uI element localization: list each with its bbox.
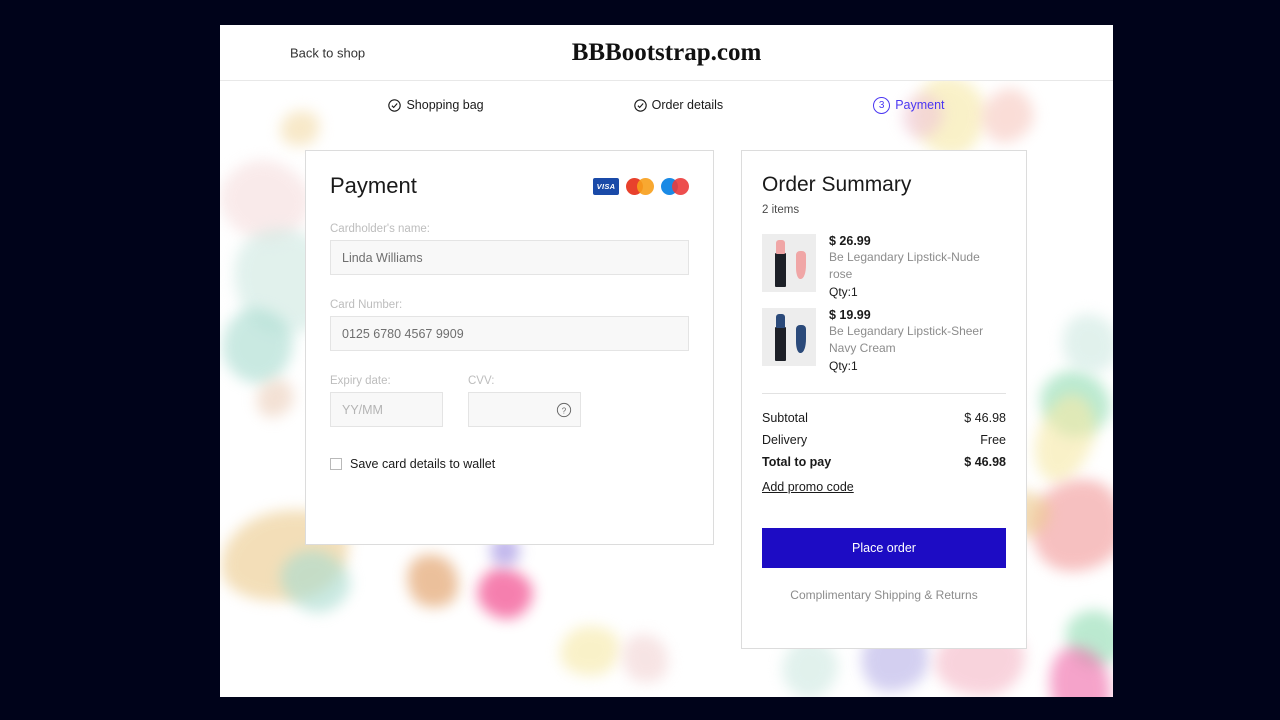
list-item[interactable]: $ 19.99 Be Legandary Lipstick-Sheer Navy… bbox=[762, 307, 1006, 373]
order-totals: Subtotal $ 46.98 Delivery Free Total to … bbox=[762, 392, 1006, 496]
visa-logo: VISA bbox=[593, 177, 619, 195]
order-summary-panel: Order Summary 2 items $ 26.99 Be Leganda… bbox=[741, 150, 1027, 649]
delivery-row: Delivery Free bbox=[762, 433, 1006, 447]
lipstick-swatch-icon bbox=[796, 251, 806, 279]
checkout-content: Payment VISA Cardholder's name: Linda Wi… bbox=[220, 129, 1113, 697]
place-order-button[interactable]: Place order bbox=[762, 527, 1006, 568]
add-promo-code-link[interactable]: Add promo code bbox=[762, 480, 854, 494]
product-thumbnail bbox=[762, 307, 816, 366]
product-name: Be Legandary Lipstick-Nude rose bbox=[829, 250, 980, 282]
expiry-date-label: Expiry date: bbox=[330, 375, 391, 387]
subtotal-value: $ 46.98 bbox=[964, 410, 1006, 425]
lipstick-icon bbox=[775, 240, 786, 287]
expiry-date-input[interactable]: YY/MM bbox=[330, 392, 443, 427]
browser-viewport: Back to shop BBBootstrap.com Shopping ba… bbox=[220, 25, 1113, 697]
cvv-input[interactable]: ? bbox=[468, 392, 581, 427]
cvv-field-group: CVV: ? bbox=[468, 351, 581, 427]
order-summary-title: Order Summary bbox=[762, 173, 912, 196]
total-value: $ 46.98 bbox=[964, 454, 1006, 469]
expiry-field-group: Expiry date: YY/MM bbox=[330, 351, 443, 427]
brand-title: BBBootstrap.com bbox=[571, 38, 762, 66]
check-circle-icon bbox=[388, 98, 402, 112]
mastercard-logo bbox=[626, 177, 654, 195]
back-to-shop-link[interactable]: Back to shop bbox=[290, 45, 365, 60]
card-number-input[interactable]: 0125 6780 4567 9909 bbox=[330, 316, 689, 351]
card-brand-logos: VISA bbox=[593, 177, 689, 195]
product-name: Be Legandary Lipstick-Sheer Navy Cream bbox=[829, 323, 984, 356]
payment-panel: Payment VISA Cardholder's name: Linda Wi… bbox=[305, 150, 714, 545]
delivery-value: Free bbox=[980, 432, 1006, 447]
product-qty: Qty:1 bbox=[829, 284, 858, 299]
total-label: Total to pay bbox=[762, 454, 832, 469]
question-circle-icon[interactable]: ? bbox=[556, 402, 572, 418]
checkout-stepper: Shopping bag Order details 3 Payment bbox=[220, 81, 1113, 129]
product-qty: Qty:1 bbox=[829, 358, 858, 373]
payment-title: Payment bbox=[330, 173, 417, 198]
product-price: $ 26.99 bbox=[829, 234, 871, 248]
lipstick-swatch-icon bbox=[796, 324, 806, 353]
product-info: $ 19.99 Be Legandary Lipstick-Sheer Navy… bbox=[829, 308, 1006, 373]
check-circle-icon bbox=[633, 98, 647, 112]
save-card-row[interactable]: Save card details to wallet bbox=[330, 457, 689, 471]
product-price: $ 19.99 bbox=[829, 307, 871, 322]
save-card-checkbox[interactable] bbox=[330, 458, 342, 470]
shipping-note: Complimentary Shipping & Returns bbox=[790, 587, 978, 602]
payment-header: Payment VISA bbox=[330, 173, 689, 199]
maestro-logo bbox=[661, 177, 689, 195]
svg-text:?: ? bbox=[562, 406, 567, 415]
step-shopping-bag[interactable]: Shopping bag bbox=[388, 98, 484, 112]
subtotal-label: Subtotal bbox=[762, 410, 808, 425]
step-payment[interactable]: 3 Payment bbox=[873, 96, 945, 114]
order-item-count: 2 items bbox=[762, 204, 800, 216]
step-payment-label: Payment bbox=[895, 98, 945, 112]
cardholder-name-label: Cardholder's name: bbox=[330, 223, 430, 235]
card-number-label: Card Number: bbox=[330, 299, 403, 311]
product-info: $ 26.99 Be Legandary Lipstick-Nude rose … bbox=[829, 234, 1006, 299]
save-card-label[interactable]: Save card details to wallet bbox=[350, 457, 495, 471]
list-item[interactable]: $ 26.99 Be Legandary Lipstick-Nude rose … bbox=[762, 234, 1006, 299]
order-items-list: $ 26.99 Be Legandary Lipstick-Nude rose … bbox=[762, 234, 1006, 373]
product-thumbnail bbox=[762, 234, 816, 292]
site-header: Back to shop BBBootstrap.com bbox=[220, 25, 1113, 81]
cardholder-name-input[interactable]: Linda Williams bbox=[330, 240, 689, 275]
step-shopping-bag-label: Shopping bag bbox=[406, 98, 484, 112]
cvv-label: CVV: bbox=[468, 375, 495, 387]
total-row: Total to pay $ 46.98 bbox=[762, 455, 1006, 469]
step-number-badge: 3 bbox=[873, 96, 891, 114]
delivery-label: Delivery bbox=[762, 432, 808, 447]
step-order-details[interactable]: Order details bbox=[633, 98, 724, 112]
step-order-details-label: Order details bbox=[651, 98, 724, 112]
expiry-cvv-row: Expiry date: YY/MM CVV: ? bbox=[330, 351, 689, 427]
subtotal-row: Subtotal $ 46.98 bbox=[762, 411, 1006, 425]
lipstick-icon bbox=[775, 313, 786, 361]
